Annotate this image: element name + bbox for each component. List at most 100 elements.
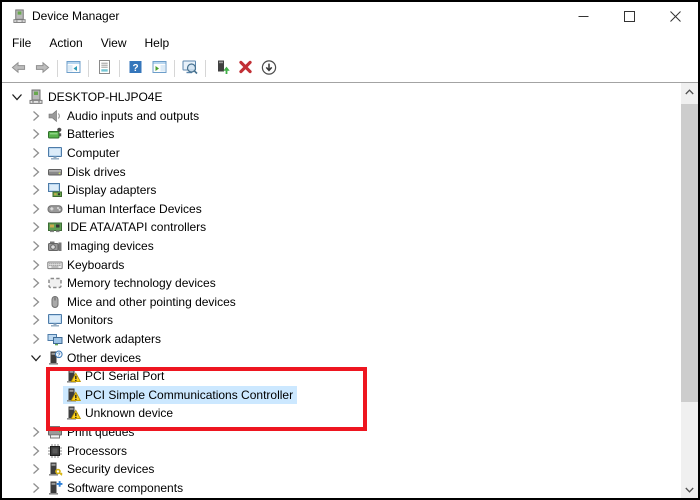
tree-item-content[interactable]: Audio inputs and outputs bbox=[45, 107, 203, 125]
tree-item-content[interactable]: Memory technology devices bbox=[45, 274, 220, 292]
tree-item-imaging-devices[interactable]: Imaging devices bbox=[2, 237, 681, 256]
tree-item-network-adapters[interactable]: Network adapters bbox=[2, 330, 681, 349]
chevron-right-icon[interactable] bbox=[26, 182, 45, 198]
tree-item-content[interactable]: Human Interface Devices bbox=[45, 200, 206, 218]
maximize-button[interactable] bbox=[606, 2, 652, 30]
menu-action[interactable]: Action bbox=[40, 32, 91, 54]
vertical-scrollbar[interactable] bbox=[681, 83, 698, 498]
forward-button[interactable] bbox=[30, 57, 54, 81]
tree-item-security-devices[interactable]: Security devices bbox=[2, 460, 681, 479]
tree-item-content[interactable]: Disk drives bbox=[45, 163, 130, 181]
tree-item-unknown-device[interactable]: Unknown device bbox=[2, 404, 681, 423]
scan-for-hardware-changes-button[interactable] bbox=[178, 57, 202, 81]
tree-item-label: DESKTOP-HLJPO4E bbox=[48, 90, 163, 105]
chevron-right-icon[interactable] bbox=[26, 294, 45, 310]
tree-item-content[interactable]: ? Other devices bbox=[45, 349, 145, 367]
tree-item-content[interactable]: Keyboards bbox=[45, 256, 128, 274]
properties-button[interactable] bbox=[92, 57, 116, 81]
chevron-right-icon[interactable] bbox=[26, 126, 45, 142]
tree-item-keyboards[interactable]: Keyboards bbox=[2, 255, 681, 274]
device-plus-icon bbox=[46, 480, 63, 496]
computer-root-icon bbox=[27, 89, 44, 105]
tree-item-other-devices[interactable]: ? Other devices bbox=[2, 348, 681, 367]
tree-item-content[interactable]: Processors bbox=[45, 442, 131, 460]
tree-item-memory-technology-devices[interactable]: Memory technology devices bbox=[2, 274, 681, 293]
chevron-right-icon[interactable] bbox=[26, 238, 45, 254]
tree-item-processors[interactable]: Processors bbox=[2, 441, 681, 460]
action-pane-icon bbox=[151, 59, 168, 78]
chevron-right-icon[interactable] bbox=[26, 201, 45, 217]
chevron-right-icon[interactable] bbox=[26, 164, 45, 180]
chevron-right-icon[interactable] bbox=[26, 275, 45, 291]
show-action-pane-button[interactable] bbox=[147, 57, 171, 81]
tree-item-content[interactable]: Unknown device bbox=[63, 404, 177, 422]
tree-item-monitors[interactable]: Monitors bbox=[2, 311, 681, 330]
tree-item-pci-simple-communications-controller[interactable]: PCI Simple Communications Controller bbox=[2, 385, 681, 405]
tree-item-computer[interactable]: Computer bbox=[2, 144, 681, 163]
tree-item-content[interactable]: Print queues bbox=[45, 423, 138, 441]
forward-arrow-icon bbox=[34, 60, 51, 78]
chevron-right-icon[interactable] bbox=[26, 145, 45, 161]
disable-device-button[interactable] bbox=[257, 57, 281, 81]
chevron-right-icon[interactable] bbox=[26, 480, 45, 496]
monitor-icon bbox=[46, 312, 63, 328]
network-icon bbox=[46, 331, 63, 347]
help-button[interactable]: ? bbox=[123, 57, 147, 81]
uninstall-device-button[interactable] bbox=[233, 57, 257, 81]
tree-item-content[interactable]: Mice and other pointing devices bbox=[45, 293, 240, 311]
tree-item-audio-inputs-and-outputs[interactable]: Audio inputs and outputs bbox=[2, 107, 681, 126]
device-warning-icon bbox=[64, 387, 81, 403]
tree-item-content[interactable]: Computer bbox=[45, 144, 124, 162]
tree-item-content[interactable]: IDE ATA/ATAPI controllers bbox=[45, 218, 210, 236]
tree-item-mice-and-other-pointing-devices[interactable]: Mice and other pointing devices bbox=[2, 293, 681, 312]
update-driver-button[interactable] bbox=[209, 57, 233, 81]
chevron-down-icon[interactable] bbox=[26, 350, 45, 366]
tree-item-content[interactable]: Security devices bbox=[45, 460, 158, 478]
tree-item-content[interactable]: Software components bbox=[45, 479, 187, 497]
monitor-icon bbox=[46, 145, 63, 161]
show-console-tree-button[interactable] bbox=[61, 57, 85, 81]
chevron-right-icon[interactable] bbox=[26, 443, 45, 459]
tree-item-desktop-hljpo4e[interactable]: DESKTOP-HLJPO4E bbox=[2, 88, 681, 107]
tree-item-batteries[interactable]: Batteries bbox=[2, 125, 681, 144]
tree-item-human-interface-devices[interactable]: Human Interface Devices bbox=[2, 200, 681, 219]
chevron-right-icon[interactable] bbox=[26, 424, 45, 440]
display-adapter-icon bbox=[46, 182, 63, 198]
scrollbar-thumb[interactable] bbox=[681, 104, 698, 402]
menu-file[interactable]: File bbox=[3, 32, 40, 54]
menu-help[interactable]: Help bbox=[136, 32, 179, 54]
chevron-right-icon[interactable] bbox=[26, 108, 45, 124]
tree-item-content[interactable]: Batteries bbox=[45, 125, 118, 143]
tree-item-label: Monitors bbox=[67, 313, 114, 328]
close-button[interactable] bbox=[652, 2, 698, 30]
chevron-right-icon[interactable] bbox=[26, 219, 45, 235]
scroll-up-button[interactable] bbox=[681, 83, 698, 100]
tree-item-content[interactable]: Monitors bbox=[45, 311, 117, 329]
scroll-down-button[interactable] bbox=[681, 481, 698, 498]
chevron-right-icon[interactable] bbox=[26, 331, 45, 347]
tree-item-content[interactable]: PCI Serial Port bbox=[63, 367, 168, 385]
svg-text:?: ? bbox=[57, 352, 61, 358]
toolbar-separator bbox=[88, 60, 89, 77]
chevron-right-icon[interactable] bbox=[26, 312, 45, 328]
minimize-button[interactable] bbox=[560, 2, 606, 30]
tree-item-content[interactable]: PCI Simple Communications Controller bbox=[63, 385, 298, 404]
tree-item-software-components[interactable]: Software components bbox=[2, 478, 681, 497]
tree-item-display-adapters[interactable]: Display adapters bbox=[2, 181, 681, 200]
chevron-right-icon[interactable] bbox=[26, 257, 45, 273]
window-controls bbox=[560, 2, 698, 30]
tree-item-content[interactable]: DESKTOP-HLJPO4E bbox=[26, 88, 166, 106]
back-button[interactable] bbox=[6, 57, 30, 81]
tree-item-disk-drives[interactable]: Disk drives bbox=[2, 162, 681, 181]
menu-view[interactable]: View bbox=[92, 32, 136, 54]
tree-item-content[interactable]: Imaging devices bbox=[45, 237, 158, 255]
tree-item-content[interactable]: Display adapters bbox=[45, 181, 160, 199]
help-icon: ? bbox=[127, 59, 144, 78]
chevron-right-icon[interactable] bbox=[26, 461, 45, 477]
chevron-down-icon[interactable] bbox=[7, 89, 26, 105]
tree-item-content[interactable]: Network adapters bbox=[45, 330, 165, 348]
tree-item-print-queues[interactable]: Print queues bbox=[2, 423, 681, 442]
tree-item-ide-ata-atapi-controllers[interactable]: IDE ATA/ATAPI controllers bbox=[2, 218, 681, 237]
tree-item-pci-serial-port[interactable]: PCI Serial Port bbox=[2, 367, 681, 386]
tree-item-label: Other devices bbox=[67, 350, 142, 365]
